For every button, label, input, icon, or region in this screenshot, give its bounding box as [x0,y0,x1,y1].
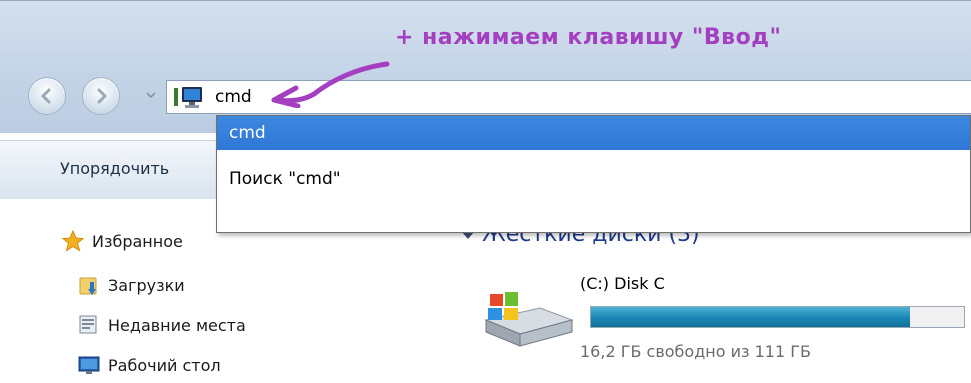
address-autocomplete-dropdown: cmd Поиск "cmd" [216,115,971,233]
autocomplete-item-search-cmd[interactable]: Поиск "cmd" [217,162,970,196]
desktop-icon [78,356,100,374]
autocomplete-item-cmd[interactable]: cmd [217,116,970,150]
organize-button[interactable]: Упорядочить [60,159,169,178]
nav-item-label: Загрузки [108,275,185,295]
drive-free-space: 16,2 ГБ свободно из 111 ГБ [580,342,811,361]
recent-pages-chevron-down-icon[interactable] [146,91,156,99]
arrow-left-icon [41,88,51,104]
nav-item-desktop[interactable]: Рабочий стол [78,350,221,380]
forward-button[interactable] [82,77,120,115]
nav-favorites-label: Избранное [92,231,183,251]
nav-item-label: Рабочий стол [108,355,221,375]
arrow-right-icon [97,88,107,104]
windows-drive-icon[interactable] [480,290,576,354]
downloads-folder-icon [79,277,97,295]
drive-usage-bar [590,306,965,328]
nav-item-downloads[interactable]: Загрузки [78,270,185,300]
recent-places-icon [79,315,97,334]
drive-name: (C:) Disk C [580,274,665,293]
explorer-window: + нажимаем клавишу "Ввод" Упорядочить cm… [0,0,971,383]
star-icon [62,230,84,252]
computer-icon [174,87,202,108]
nav-item-label: Недавние места [108,315,246,335]
instruction-annotation: + нажимаем клавишу "Ввод" [395,25,782,50]
annotation-arrow-icon [271,61,390,108]
drive-usage-fill [591,307,910,327]
back-button[interactable] [28,77,66,115]
nav-item-recent-places[interactable]: Недавние места [78,310,246,340]
nav-favorites[interactable]: Избранное [62,226,183,256]
